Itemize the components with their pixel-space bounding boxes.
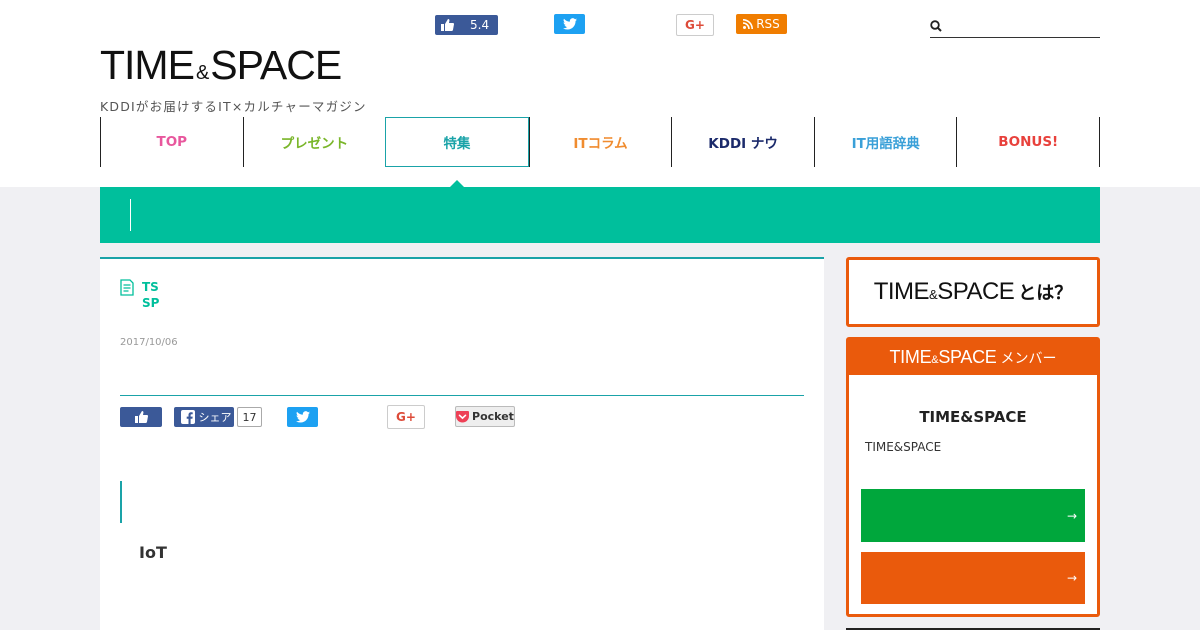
thumbs-up-icon — [134, 411, 148, 423]
twitter-bird-icon — [562, 18, 577, 30]
facebook-like-button[interactable]: 5.4 — [435, 15, 498, 35]
lead-quote-bar — [120, 481, 122, 523]
nav-item-5[interactable]: IT用語辞典 — [813, 117, 957, 167]
logo-title: TIME & SPACE — [100, 42, 342, 88]
member-panel: TIME&SPACE メンバー TIME&SPACE TIME&SPACE → … — [846, 337, 1100, 617]
like-count: 5.4 — [470, 18, 490, 32]
rss-button[interactable]: RSS — [736, 14, 787, 34]
document-icon — [120, 279, 134, 296]
member-panel-logo: TIME&SPACE — [889, 347, 997, 367]
rss-label: RSS — [756, 17, 780, 31]
thumbs-up-icon — [441, 19, 454, 31]
article-divider — [120, 395, 804, 396]
search-box — [930, 14, 1100, 38]
rss-icon — [743, 19, 754, 29]
share-count: 17 — [237, 407, 262, 427]
article-author[interactable]: TS SP — [120, 279, 159, 311]
pocket-icon — [456, 410, 470, 422]
category-banner — [100, 187, 1100, 243]
arrow-right-icon: → — [1066, 508, 1077, 523]
nav-item-label: TOP — [156, 134, 188, 150]
about-banner-logo: TIME&SPACE — [873, 278, 1015, 305]
share-google-plus-button[interactable]: G+ — [387, 405, 425, 429]
nav-item-label: IT用語辞典 — [851, 136, 920, 152]
about-banner-suffix: とは？ — [1018, 283, 1073, 304]
main-nav: TOP プレゼント 特集 ITコラム KDDI ナウ IT用語辞典 BONUS! — [100, 117, 1101, 187]
banner-divider — [130, 199, 131, 231]
member-panel-header: TIME&SPACE メンバー — [849, 340, 1097, 375]
article-date: 2017/10/06 — [120, 337, 178, 348]
twitter-bird-icon — [295, 411, 310, 423]
site-logo[interactable]: TIME & SPACE KDDIがお届けするIT×カルチャーマガジン — [100, 44, 400, 115]
nav-item-1[interactable]: プレゼント — [242, 117, 386, 167]
author-tag: TS SP — [142, 280, 160, 310]
facebook-share-button[interactable]: シェア — [174, 407, 234, 427]
logo-tagline: KDDIがお届けするIT×カルチャーマガジン — [100, 99, 367, 114]
search-icon — [930, 19, 942, 32]
about-banner[interactable]: TIME&SPACE とは？ — [846, 257, 1100, 327]
search-input[interactable] — [946, 15, 1096, 36]
nav-item-label: ITコラム — [573, 136, 628, 152]
share-bar: シェア 17 G+ Pocket — [120, 405, 804, 429]
nav-item-6[interactable]: BONUS! — [956, 117, 1101, 167]
share-twitter-button[interactable] — [287, 407, 318, 427]
pocket-button[interactable]: Pocket — [455, 406, 515, 427]
member-name: TIME&SPACE — [919, 408, 1027, 426]
google-plus-button[interactable]: G+ — [676, 14, 714, 36]
member-login-button[interactable]: → — [861, 552, 1085, 604]
member-panel-suffix: メンバー — [1000, 350, 1057, 367]
nav-item-3[interactable]: ITコラム — [528, 117, 672, 167]
article-card: TS SP 2017/10/06 シェア 17 G+ Pocket IoT — [100, 257, 824, 630]
nav-item-label: KDDI ナウ — [708, 136, 778, 152]
nav-item-2[interactable]: 特集 — [385, 117, 529, 187]
member-description: TIME&SPACE — [865, 440, 942, 454]
site-header: 5.4 G+ RSS TIME & SPACE KDDIがお届けするIT×カルチャー… — [0, 0, 1200, 187]
twitter-button[interactable] — [554, 14, 585, 34]
facebook-icon — [180, 410, 195, 424]
article-heading: IoT — [139, 543, 167, 562]
pocket-label: Pocket — [472, 410, 514, 423]
share-like-button[interactable] — [120, 407, 162, 427]
member-register-button[interactable]: → — [861, 489, 1085, 542]
nav-item-4[interactable]: KDDI ナウ — [671, 117, 814, 167]
share-label: シェア — [198, 411, 232, 424]
nav-item-0[interactable]: TOP — [100, 117, 243, 167]
arrow-right-icon: → — [1066, 571, 1077, 585]
nav-item-label: BONUS! — [998, 134, 1059, 150]
nav-item-label: プレゼント — [280, 136, 349, 152]
nav-item-label: 特集 — [443, 136, 471, 152]
